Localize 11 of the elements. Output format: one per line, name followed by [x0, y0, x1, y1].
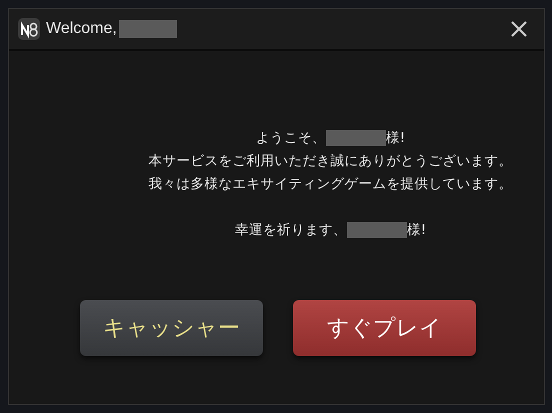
close-icon[interactable]	[510, 20, 528, 38]
cashier-button[interactable]: キャッシャー	[80, 300, 263, 356]
window-title: Welcome,	[46, 20, 117, 38]
message-text: 様!	[406, 222, 426, 238]
play-button[interactable]: すぐプレイ	[293, 300, 476, 356]
message-text: 本サービスをご利用いただき誠にありがとうございます。	[148, 153, 512, 169]
message-text: ようこそ、	[256, 130, 326, 146]
message-text: 様!	[386, 130, 406, 146]
logo-icon	[18, 18, 40, 40]
message-text: 我々は多様なエキサイティングゲームを提供しています。	[148, 176, 512, 192]
message-text: 幸運を祈ります、	[234, 222, 347, 238]
